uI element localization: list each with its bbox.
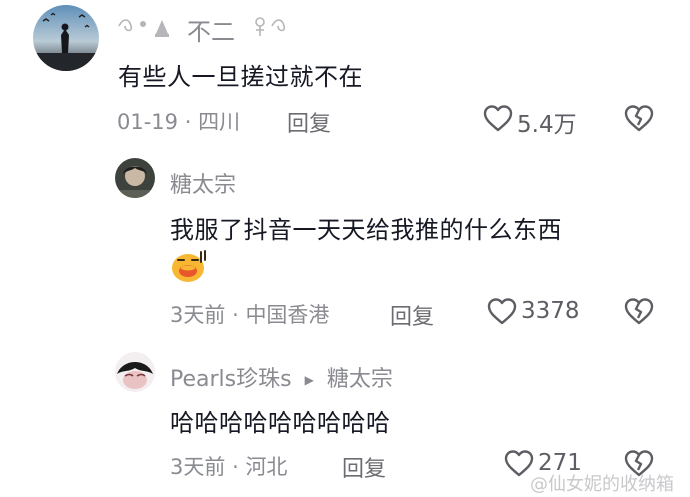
ornament-icon [255, 17, 286, 36]
like-count: 5.4万 [517, 112, 577, 138]
reply-button[interactable]: 回复 [390, 299, 434, 331]
ornament-icon [118, 19, 169, 37]
avatar-image [115, 352, 155, 392]
comment-username[interactable]: Pearls珍珠s [170, 367, 292, 392]
like-count: 3378 [521, 298, 580, 324]
comment-username[interactable]: 糖太宗 [170, 167, 236, 199]
comment-date: 01-19 [117, 110, 179, 134]
comment-text: 我服了抖音一天天给我推的什么东西 [170, 216, 562, 244]
comment-meta: 3天前 · 中国香港 [170, 299, 329, 329]
face-with-tear-emoji [170, 248, 210, 284]
comment-meta: 3天前 · 河北 [170, 451, 287, 481]
comment-location: 河北 [245, 455, 288, 479]
username-decoration-right [250, 12, 294, 45]
comment-date: 3天前 [170, 303, 226, 327]
comment-location: 四川 [198, 110, 241, 134]
reply-button[interactable]: 回复 [287, 106, 331, 138]
comment-item: 不二 有些人一旦搓过就不在 01-19 · 四川 回复 5.4万 [0, 0, 690, 150]
emoji-icon [172, 250, 206, 282]
comment-date: 3天前 [170, 455, 226, 479]
comment-text: 有些人一旦搓过就不在 [118, 63, 363, 91]
heart-icon [487, 298, 517, 325]
comment-location: 中国香港 [245, 303, 330, 327]
avatar-image [33, 5, 99, 71]
broken-heart-icon [624, 298, 654, 325]
meta-separator: · [232, 455, 239, 479]
dislike-button[interactable] [623, 103, 655, 133]
like-button[interactable] [482, 103, 514, 133]
comment-text: 哈哈哈哈哈哈哈哈哈 [170, 409, 391, 437]
username-decoration-left [115, 12, 179, 45]
broken-heart-icon [624, 105, 654, 132]
reply-header: Pearls珍珠s ▶ 糖太宗 [170, 361, 393, 393]
comment-item: 糖太宗 我服了抖音一天天给我推的什么东西 3天前 · 中国香港 回复 3378 [0, 150, 690, 340]
reply-arrow-icon: ▶ [304, 373, 314, 387]
meta-separator: · [184, 110, 192, 134]
like-button[interactable] [486, 296, 518, 326]
avatar[interactable] [33, 5, 99, 71]
avatar-image [115, 158, 155, 198]
heart-icon [483, 105, 513, 132]
avatar[interactable] [115, 352, 155, 392]
avatar[interactable] [115, 158, 155, 198]
comment-meta: 01-19 · 四川 [117, 106, 240, 136]
watermark: @仙女妮的收纳箱 [530, 474, 674, 495]
reply-to-username[interactable]: 糖太宗 [327, 367, 393, 392]
meta-separator: · [232, 303, 239, 327]
comment-username[interactable]: 不二 [187, 12, 235, 47]
dislike-button[interactable] [623, 296, 655, 326]
reply-button[interactable]: 回复 [342, 451, 386, 483]
